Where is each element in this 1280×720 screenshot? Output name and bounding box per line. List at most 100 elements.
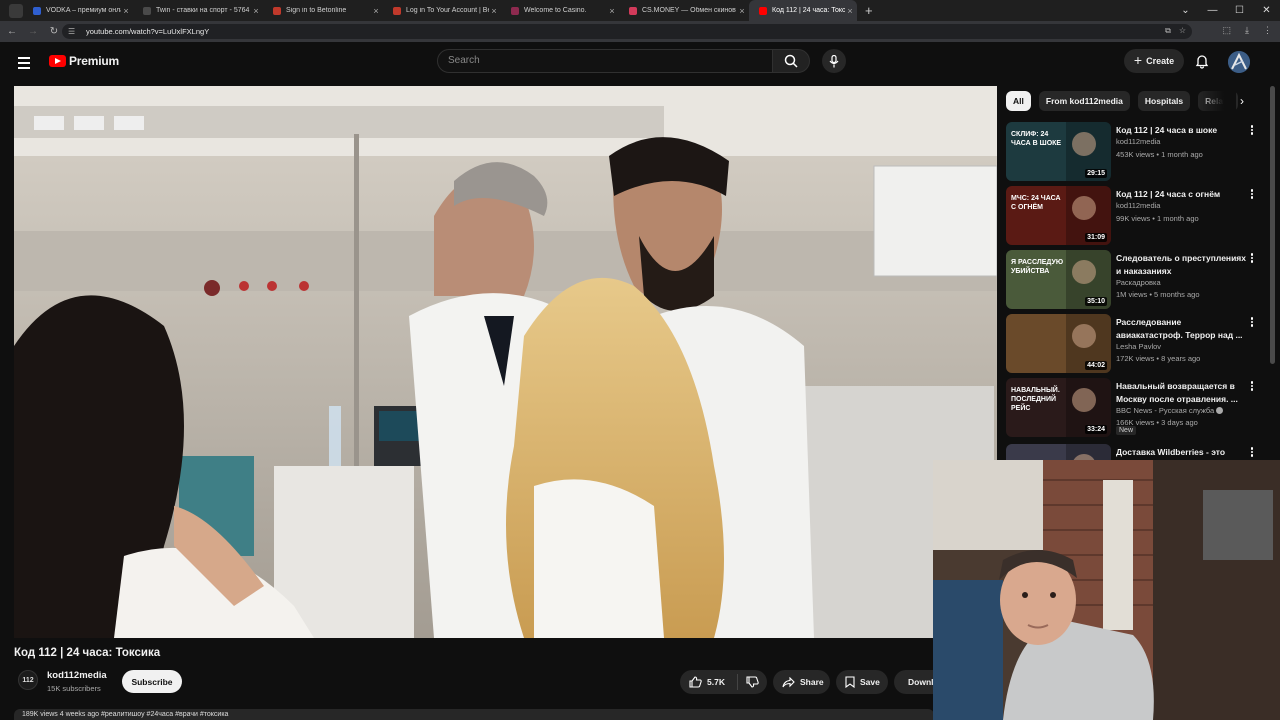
video-thumbnail[interactable]: Я РАССЛЕДУЮ УБИЙСТВА 35:10 (1006, 250, 1111, 309)
video-thumbnail[interactable]: НАВАЛЬНЫЙ. ПОСЛЕДНИЙ РЕЙС 33:24 (1006, 378, 1111, 437)
video-thumbnail[interactable] (1006, 444, 1111, 460)
video-thumbnail[interactable]: СКЛИФ: 24 ЧАСА В ШОКЕ 29:15 (1006, 122, 1111, 181)
more-options-icon[interactable] (1248, 380, 1256, 392)
close-window-icon[interactable]: ✕ (1253, 0, 1280, 21)
channel-name[interactable]: BBC News - Русская служба (1116, 406, 1224, 415)
channel-name[interactable]: kod112media (47, 670, 107, 681)
search-box[interactable] (437, 49, 773, 73)
minimize-icon[interactable]: — (1199, 0, 1226, 21)
site-info-icon[interactable]: ☰ (68, 27, 78, 37)
bookmark-star-icon[interactable]: ☆ (1179, 26, 1186, 36)
tab-close-icon[interactable]: × (607, 6, 617, 16)
channel-name[interactable]: kod112media (1116, 201, 1160, 210)
voice-search-button[interactable] (822, 49, 846, 73)
filter-chip[interactable]: Hospitals (1137, 91, 1191, 111)
tab-favicon-icon (273, 6, 281, 15)
tab-search-icon[interactable] (9, 3, 23, 18)
browser-tab[interactable]: VODKA – премиум онлайн-ка× (23, 0, 133, 21)
open-in-app-icon[interactable]: ⧉ (1165, 26, 1171, 36)
recommendation-item[interactable]: Доставка Wildberries - это (1006, 444, 1268, 460)
hamburger-menu-icon[interactable] (18, 54, 36, 72)
tab-close-icon[interactable]: × (489, 6, 499, 16)
browser-tab[interactable]: Sign in to Betonline × (263, 0, 383, 21)
like-count: 5.7K (707, 677, 725, 687)
chips-fade (1196, 89, 1236, 113)
more-options-icon[interactable] (1248, 316, 1256, 328)
channel-avatar[interactable]: 112 (18, 670, 38, 690)
tab-close-icon[interactable]: × (251, 6, 261, 16)
omnibox[interactable]: ☰ youtube.com/watch?v=LuUxlFXLngY ⧉ ☆ (62, 24, 1192, 39)
window-controls: ⌄ — ☐ ✕ (1172, 0, 1280, 21)
tab-close-icon[interactable]: × (845, 6, 855, 16)
video-title[interactable]: Доставка Wildberries - это (1116, 446, 1246, 459)
video-title[interactable]: Расследование авиакатастроф. Террор над … (1116, 316, 1246, 341)
tab-close-icon[interactable]: × (121, 6, 131, 16)
recommendation-item[interactable]: МЧС: 24 ЧАСА С ОГНЁМ 31:09 Код 112 | 24 ча… (1006, 186, 1268, 246)
thumbs-up-icon (689, 676, 702, 688)
download-button[interactable]: Download (894, 670, 934, 694)
url-text[interactable]: youtube.com/watch?v=LuUxlFXLngY (86, 27, 209, 36)
tab-title: CS.MONEY — Обмен скинов ( (642, 7, 737, 14)
description-preview[interactable]: 189K views 4 weeks ago #реалитишоу #24ча… (14, 709, 934, 720)
chevron-right-icon[interactable]: › (1234, 93, 1250, 109)
video-player[interactable] (14, 86, 997, 638)
video-title[interactable]: Код 112 | 24 часа с огнём (1116, 188, 1246, 201)
verified-badge-icon (1216, 407, 1224, 414)
save-button[interactable]: Save (836, 670, 888, 694)
share-button[interactable]: Share (773, 670, 830, 694)
browser-tab[interactable]: Welcome to Casino. × (501, 0, 619, 21)
browser-tab[interactable]: CS.MONEY — Обмен скинов (× (619, 0, 749, 21)
channel-name[interactable]: kod112media (1116, 137, 1160, 146)
download-label: Download (908, 677, 934, 687)
browser-tab[interactable]: Код 112 | 24 часа: Токсика× (749, 0, 857, 21)
search-input[interactable] (448, 55, 748, 66)
tab-favicon-icon (511, 6, 519, 15)
recommendation-item[interactable]: Я РАССЛЕДУЮ УБИЙСТВА 35:10 Следователь о п… (1006, 250, 1268, 310)
browser-tab[interactable]: Twin - ставки на спорт - 5764 × (133, 0, 263, 21)
video-title[interactable]: Код 112 | 24 часа в шоке (1116, 124, 1246, 137)
recommendation-item[interactable]: СКЛИФ: 24 ЧАСА В ШОКЕ 29:15 Код 112 | 24 ч… (1006, 122, 1268, 182)
video-title[interactable]: Навальный возвращается в Москву после от… (1116, 380, 1246, 405)
filter-chip[interactable]: From kod112media (1038, 91, 1130, 111)
reload-icon[interactable]: ↻ (45, 26, 63, 37)
share-icon (782, 676, 795, 687)
create-button[interactable]: + Create (1124, 49, 1184, 73)
like-button[interactable]: 5.7K (680, 674, 738, 690)
webcam-overlay (933, 460, 1280, 720)
channel-label: BBC News - Русская служба (1116, 406, 1215, 415)
dislike-button[interactable] (738, 676, 766, 688)
dropdown-icon[interactable]: ⌄ (1172, 0, 1199, 21)
forward-icon[interactable]: → (24, 26, 42, 37)
download-icon[interactable]: ⤓ (1245, 25, 1249, 36)
extensions-icon[interactable]: ⬚ (1223, 25, 1232, 36)
more-options-icon[interactable] (1248, 446, 1256, 458)
maximize-icon[interactable]: ☐ (1226, 0, 1253, 21)
recommendation-item[interactable]: 44:02 Расследование авиакатастроф. Террор… (1006, 314, 1268, 374)
channel-name[interactable]: Раскадровка (1116, 278, 1161, 287)
subscribe-button[interactable]: Subscribe (122, 670, 182, 693)
browser-tab[interactable]: Log in To Your Account | BetOn× (383, 0, 501, 21)
video-thumbnail[interactable]: 44:02 (1006, 314, 1111, 373)
browser-menu-icon[interactable]: ⋮ (1263, 25, 1272, 36)
video-title[interactable]: Следователь о преступлениях и наказаниях (1116, 252, 1246, 277)
tab-close-icon[interactable]: × (737, 6, 747, 16)
notifications-bell-icon[interactable] (1194, 53, 1210, 69)
tab-title: VODKA – премиум онлайн-ка (46, 7, 121, 14)
back-icon[interactable]: ← (3, 26, 21, 37)
recommendation-item[interactable]: НАВАЛЬНЫЙ. ПОСЛЕДНИЙ РЕЙС 33:24 Навальный … (1006, 378, 1268, 438)
youtube-premium-logo[interactable]: Premium (49, 54, 119, 68)
more-options-icon[interactable] (1248, 124, 1256, 136)
thumbnail-caption: СКЛИФ: 24 ЧАСА В ШОКЕ (1011, 131, 1062, 147)
more-options-icon[interactable] (1248, 188, 1256, 200)
video-thumbnail[interactable]: МЧС: 24 ЧАСА С ОГНЁМ 31:09 (1006, 186, 1111, 245)
channel-name[interactable]: Lesha Pavlov (1116, 342, 1161, 351)
address-bar: ← → ↻ ☰ youtube.com/watch?v=LuUxlFXLngY … (0, 21, 1280, 42)
sidebar-scrollbar[interactable] (1270, 86, 1275, 364)
new-tab-button[interactable]: + (865, 3, 873, 18)
tab-close-icon[interactable]: × (371, 6, 381, 16)
more-options-icon[interactable] (1248, 252, 1256, 264)
user-avatar[interactable] (1228, 51, 1250, 73)
video-title: Код 112 | 24 часа: Токсика (14, 647, 161, 659)
filter-chip[interactable]: All (1006, 91, 1031, 111)
search-button[interactable] (772, 49, 810, 73)
